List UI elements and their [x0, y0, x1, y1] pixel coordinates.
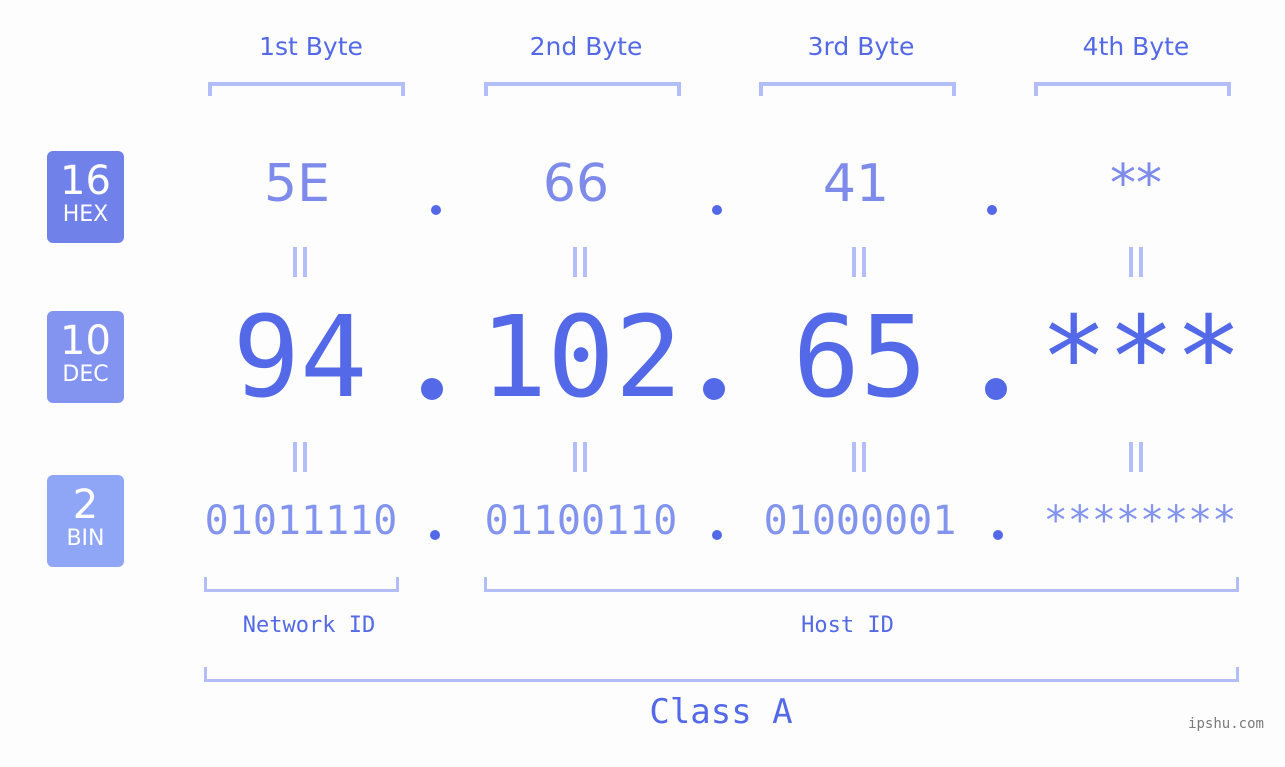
dec-byte-3: 65 [792, 293, 928, 423]
byte-bracket-4 [1034, 82, 1231, 96]
equals-icon [850, 442, 868, 472]
dec-separator-dot [985, 378, 1007, 400]
network-id-bracket [204, 577, 399, 592]
byte-header-4: 4th Byte [1082, 32, 1190, 61]
equals-icon [571, 247, 589, 277]
byte-bracket-3 [759, 82, 956, 96]
class-bracket [204, 667, 1239, 682]
host-id-bracket [484, 577, 1239, 592]
hex-byte-4: ** [1110, 154, 1162, 214]
dec-byte-4: *** [1040, 293, 1243, 423]
equals-icon [571, 442, 589, 472]
hex-separator-dot [987, 205, 997, 215]
watermark: ipshu.com [1188, 716, 1264, 732]
dec-badge: 10 DEC [47, 311, 124, 403]
bin-byte-1: 01011110 [204, 498, 398, 544]
hex-byte-2: 66 [542, 154, 610, 214]
equals-icon [1127, 442, 1145, 472]
byte-bracket-2 [484, 82, 681, 96]
hex-byte-1: 5E [264, 154, 330, 214]
dec-byte-2: 102 [479, 293, 683, 423]
equals-icon [291, 442, 309, 472]
bin-separator-dot [430, 530, 440, 540]
bin-badge-label: BIN [66, 526, 105, 551]
equals-icon [1127, 247, 1145, 277]
bin-badge-number: 2 [72, 482, 99, 528]
hex-separator-dot [431, 205, 441, 215]
bin-separator-dot [712, 530, 722, 540]
hex-byte-3: 41 [822, 154, 890, 214]
network-id-label: Network ID [242, 613, 376, 638]
bin-separator-dot [993, 530, 1003, 540]
equals-icon [291, 247, 309, 277]
byte-bracket-1 [208, 82, 405, 96]
hex-badge-label: HEX [62, 202, 109, 227]
bin-byte-2: 01100110 [484, 498, 678, 544]
dec-badge-label: DEC [62, 362, 109, 387]
dec-badge-number: 10 [60, 318, 111, 364]
hex-separator-dot [712, 205, 722, 215]
equals-icon [850, 247, 868, 277]
class-label: Class A [649, 692, 793, 732]
bin-badge: 2 BIN [47, 475, 124, 567]
dec-separator-dot [703, 378, 725, 400]
byte-header-2: 2nd Byte [529, 32, 643, 61]
host-id-label: Host ID [801, 613, 894, 638]
hex-badge: 16 HEX [47, 151, 124, 243]
dec-separator-dot [421, 378, 443, 400]
bin-byte-4: ******** [1043, 498, 1237, 544]
byte-header-3: 3rd Byte [807, 32, 915, 61]
bin-byte-3: 01000001 [763, 498, 957, 544]
hex-badge-number: 16 [60, 158, 111, 204]
byte-header-1: 1st Byte [259, 32, 363, 61]
dec-byte-1: 94 [232, 293, 368, 423]
